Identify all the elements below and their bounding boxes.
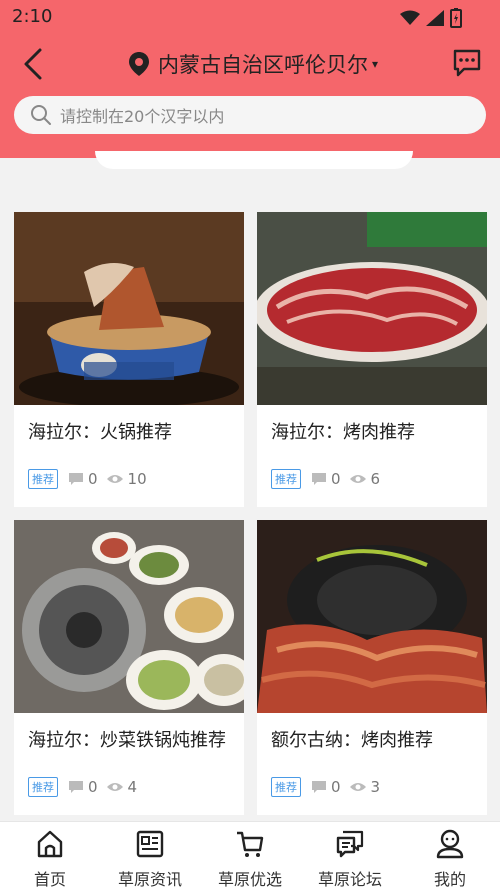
view-count: 6 <box>370 470 381 488</box>
comment-icon <box>312 781 326 793</box>
signal-icon <box>426 10 444 26</box>
article-card[interactable]: 海拉尔：火锅推荐 推荐 0 10 <box>14 212 244 507</box>
recommend-badge: 推荐 <box>28 469 58 489</box>
hotpot-photo <box>14 212 244 405</box>
card-meta: 推荐 0 6 <box>271 469 380 489</box>
article-card[interactable]: 额尔古纳：烤肉推荐 推荐 0 3 <box>257 520 487 815</box>
article-card[interactable]: 海拉尔：烤肉推荐 推荐 0 6 <box>257 212 487 507</box>
bottom-nav: 首页 草原资讯 草原优选 草原论坛 我的 <box>0 821 500 890</box>
news-icon <box>136 830 164 858</box>
search-placeholder: 请控制在20个汉字以内 <box>60 107 225 126</box>
card-title: 额尔古纳：烤肉推荐 <box>271 730 433 751</box>
nav-item-news[interactable]: 草原资讯 <box>100 822 200 890</box>
comment-count: 0 <box>88 470 98 488</box>
forum-icon <box>336 830 364 858</box>
recommend-badge: 推荐 <box>271 777 301 797</box>
nav-item-profile[interactable]: 我的 <box>400 822 500 890</box>
nav-item-home[interactable]: 首页 <box>0 822 100 890</box>
eye-icon <box>349 475 366 483</box>
cart-icon <box>237 831 264 857</box>
nav-label: 草原资讯 <box>117 870 182 889</box>
search-bar[interactable]: 请控制在20个汉字以内 <box>14 96 486 134</box>
comment-count: 0 <box>331 470 341 488</box>
message-icon[interactable] <box>452 48 482 78</box>
card-meta: 推荐 0 10 <box>28 469 147 489</box>
nav-item-forum[interactable]: 草原论坛 <box>300 822 400 890</box>
nav-label: 首页 <box>33 870 66 889</box>
wifi-icon <box>400 10 420 25</box>
comment-icon <box>69 473 83 485</box>
profile-icon <box>436 829 464 859</box>
back-icon[interactable] <box>20 46 50 82</box>
status-time: 2:10 <box>12 6 53 27</box>
view-count: 10 <box>127 470 147 488</box>
card-meta: 推荐 0 4 <box>28 777 137 797</box>
article-card[interactable]: 海拉尔：炒菜铁锅炖推荐 推荐 0 4 <box>14 520 244 815</box>
comment-icon <box>312 473 326 485</box>
nav-label: 草原论坛 <box>317 870 382 889</box>
nav-label: 我的 <box>433 870 466 889</box>
card-title: 海拉尔：烤肉推荐 <box>271 422 415 443</box>
search-icon <box>31 105 51 125</box>
banner-peek[interactable] <box>95 151 413 169</box>
location-pin-icon <box>129 52 149 76</box>
view-count: 4 <box>127 778 138 796</box>
chevron-down-icon: ▾ <box>372 57 379 71</box>
status-bar: 2:10 <box>0 0 500 34</box>
app-bar: 内蒙古自治区呼伦贝尔 ▾ <box>0 36 500 92</box>
nav-item-shop[interactable]: 草原优选 <box>200 822 300 890</box>
eye-icon <box>349 783 366 791</box>
card-title: 海拉尔：火锅推荐 <box>28 422 172 443</box>
eye-icon <box>106 783 123 791</box>
status-icons <box>400 8 462 28</box>
card-meta: 推荐 0 3 <box>271 777 380 797</box>
comment-count: 0 <box>88 778 98 796</box>
recommend-badge: 推荐 <box>271 469 301 489</box>
stir-fry-photo <box>14 520 244 713</box>
card-title: 海拉尔：炒菜铁锅炖推荐 <box>28 730 226 751</box>
comment-icon <box>69 781 83 793</box>
header-area: 2:10 内蒙古自治区呼伦贝尔 ▾ 请控制在20个汉字以内 <box>0 0 500 158</box>
recommend-badge: 推荐 <box>28 777 58 797</box>
nav-label: 草原优选 <box>217 870 282 889</box>
grill-photo <box>257 520 487 713</box>
view-count: 3 <box>370 778 381 796</box>
raw-meat-photo <box>257 212 487 405</box>
location-selector[interactable]: 内蒙古自治区呼伦贝尔 ▾ <box>128 50 378 78</box>
comment-count: 0 <box>331 778 341 796</box>
battery-icon <box>450 8 462 28</box>
home-icon <box>37 830 63 858</box>
location-text: 内蒙古自治区呼伦贝尔 <box>158 53 368 77</box>
eye-icon <box>106 475 123 483</box>
